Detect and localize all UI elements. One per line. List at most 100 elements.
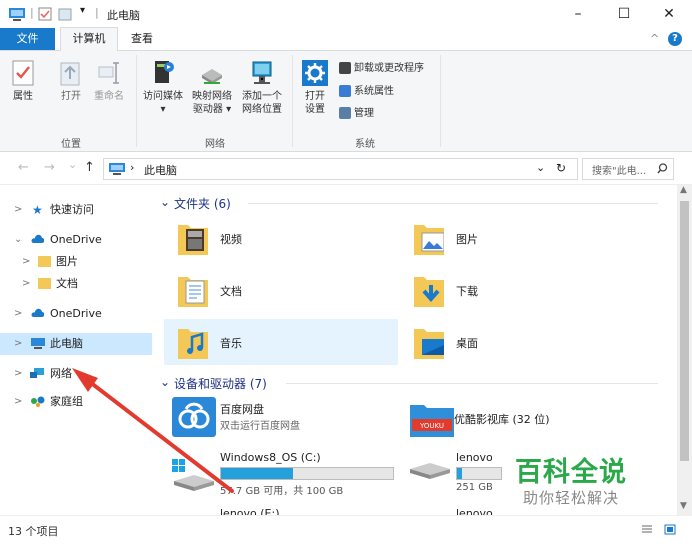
- app-youku[interactable]: YOUKU 优酷影视库 (32 位): [406, 399, 626, 439]
- uninstall-program-button[interactable]: 卸载或更改程序: [339, 61, 424, 77]
- nav-label: 家庭组: [50, 395, 83, 408]
- folder-videos[interactable]: 视频: [158, 215, 398, 261]
- expand-chevron-icon[interactable]: >: [22, 273, 30, 295]
- new-folder-quick-icon[interactable]: [58, 7, 72, 21]
- drive-name: lenovo: [456, 451, 493, 464]
- search-input[interactable]: 搜索"此电...: [582, 158, 674, 180]
- refresh-icon[interactable]: ↻: [556, 161, 566, 175]
- folder-desktop[interactable]: 桌面: [394, 319, 634, 365]
- folder-label: 视频: [220, 233, 242, 246]
- drive-lenovo[interactable]: lenovo 251 GB: [406, 447, 506, 495]
- maximize-button[interactable]: ☐: [601, 0, 647, 28]
- properties-quick-icon[interactable]: [38, 7, 52, 21]
- folders-section-title[interactable]: 文件夹 (6): [174, 195, 231, 212]
- section-divider: [286, 383, 658, 384]
- expand-chevron-icon[interactable]: ⌄: [14, 229, 22, 251]
- expand-chevron-icon[interactable]: >: [14, 333, 22, 355]
- expand-chevron-icon[interactable]: >: [14, 199, 22, 221]
- network-drive-icon: [202, 69, 222, 84]
- title-bar: | ▾ | 此电脑 – ☐ ✕: [0, 0, 692, 28]
- watermark-title: 百科全说: [515, 457, 627, 488]
- drive-c[interactable]: Windows8_OS (C:) 57.7 GB 可用，共 100 GB: [168, 447, 398, 497]
- videos-folder-icon: [178, 225, 208, 255]
- drive-name-partial[interactable]: lenovo: [456, 507, 493, 515]
- expand-chevron-icon[interactable]: >: [22, 251, 30, 273]
- back-arrow-icon[interactable]: ←: [18, 160, 29, 175]
- open-button[interactable]: 打开: [56, 59, 86, 103]
- system-group-label: 系统: [355, 139, 375, 150]
- recent-locations-icon[interactable]: ⌄: [68, 158, 77, 171]
- nav-label: 文档: [56, 277, 78, 290]
- details-view-icon[interactable]: [641, 524, 653, 535]
- documents-folder-icon: [178, 277, 208, 307]
- large-icons-view-icon[interactable]: [664, 524, 676, 535]
- address-dropdown-icon[interactable]: ⌄: [536, 161, 545, 174]
- folder-pictures[interactable]: 图片: [394, 215, 634, 261]
- music-folder-icon: [178, 329, 208, 359]
- nav-quick-access[interactable]: > ★ 快速访问: [0, 199, 152, 221]
- group-divider: [440, 55, 441, 147]
- scroll-up-icon[interactable]: ▲: [680, 185, 687, 195]
- drive-usage-bar: [220, 467, 394, 480]
- manage-label: 管理: [354, 108, 374, 119]
- manage-icon: [339, 107, 351, 119]
- nav-onedrive-2[interactable]: > OneDrive: [0, 303, 152, 325]
- expand-chevron-icon[interactable]: >: [14, 363, 22, 385]
- manage-button[interactable]: 管理: [339, 106, 374, 122]
- nav-label: OneDrive: [50, 307, 102, 320]
- vertical-scrollbar[interactable]: ▲ ▼: [677, 185, 692, 515]
- forward-arrow-icon[interactable]: →: [44, 160, 55, 175]
- system-properties-button[interactable]: 系统属性: [339, 84, 394, 100]
- minimize-button[interactable]: –: [555, 0, 601, 28]
- open-settings-label-1: 打开: [305, 91, 325, 102]
- customize-quick-access-icon[interactable]: ▾: [80, 5, 85, 16]
- scrollbar-thumb[interactable]: [680, 201, 689, 461]
- tab-computer[interactable]: 计算机: [60, 27, 118, 51]
- rename-button[interactable]: 重命名: [92, 59, 126, 103]
- app-baidu-netdisk[interactable]: 百度网盘 双击运行百度网盘: [168, 395, 388, 441]
- folders-section-toggle[interactable]: ⌄: [160, 195, 170, 209]
- expand-chevron-icon[interactable]: >: [14, 303, 22, 325]
- properties-label: 属性: [13, 91, 33, 102]
- add-network-location-button[interactable]: 添加一个 网络位置: [238, 59, 286, 116]
- media-server-icon: [155, 61, 174, 83]
- settings-gear-icon: [302, 60, 328, 86]
- scroll-down-icon[interactable]: ▼: [680, 501, 687, 511]
- tab-file[interactable]: 文件: [0, 28, 55, 50]
- folder-music[interactable]: 音乐: [164, 319, 398, 365]
- drive-name-partial[interactable]: lenovo (E:): [220, 507, 280, 515]
- homegroup-icon: [31, 396, 45, 407]
- access-media-dropdown: ▾: [160, 104, 166, 115]
- devices-section-toggle[interactable]: ⌄: [160, 375, 170, 389]
- up-arrow-icon[interactable]: ↑: [84, 160, 95, 175]
- nav-onedrive-documents[interactable]: > 文档: [0, 273, 152, 295]
- access-media-button[interactable]: 访问媒体 ▾: [140, 59, 186, 116]
- nav-onedrive[interactable]: ⌄ OneDrive: [0, 229, 152, 251]
- open-settings-button[interactable]: 打开 设置: [298, 59, 332, 116]
- help-icon[interactable]: ?: [668, 32, 682, 46]
- breadcrumb[interactable]: 此电脑: [144, 162, 177, 178]
- folder-downloads[interactable]: 下载: [394, 267, 634, 313]
- folder-documents[interactable]: 文档: [158, 267, 398, 313]
- nav-this-pc[interactable]: > 此电脑: [0, 333, 152, 355]
- devices-section-title[interactable]: 设备和驱动器 (7): [174, 375, 267, 392]
- nav-homegroup[interactable]: > 家庭组: [0, 391, 152, 413]
- hard-drive-icon: [410, 463, 450, 479]
- breadcrumb-chevron-icon[interactable]: ›: [130, 161, 134, 174]
- collapse-ribbon-icon[interactable]: ^: [650, 32, 659, 45]
- search-icon[interactable]: [657, 163, 668, 174]
- close-button[interactable]: ✕: [646, 0, 692, 28]
- computer-icon: [109, 163, 125, 175]
- tab-view[interactable]: 查看: [122, 28, 162, 50]
- nav-onedrive-pictures[interactable]: > 图片: [0, 251, 152, 273]
- nav-network[interactable]: > 网络: [0, 363, 152, 385]
- access-media-label: 访问媒体: [143, 91, 183, 102]
- map-network-label-2: 驱动器 ▾: [192, 104, 232, 115]
- separator: |: [95, 6, 99, 19]
- map-network-drive-button[interactable]: 映射网络 驱动器 ▾: [188, 59, 236, 116]
- add-network-label-1: 添加一个: [242, 91, 282, 102]
- nav-label: OneDrive: [50, 233, 102, 246]
- properties-button[interactable]: 属性: [8, 59, 38, 103]
- address-bar[interactable]: › 此电脑 ⌄ ↻: [103, 158, 578, 180]
- expand-chevron-icon[interactable]: >: [14, 391, 22, 413]
